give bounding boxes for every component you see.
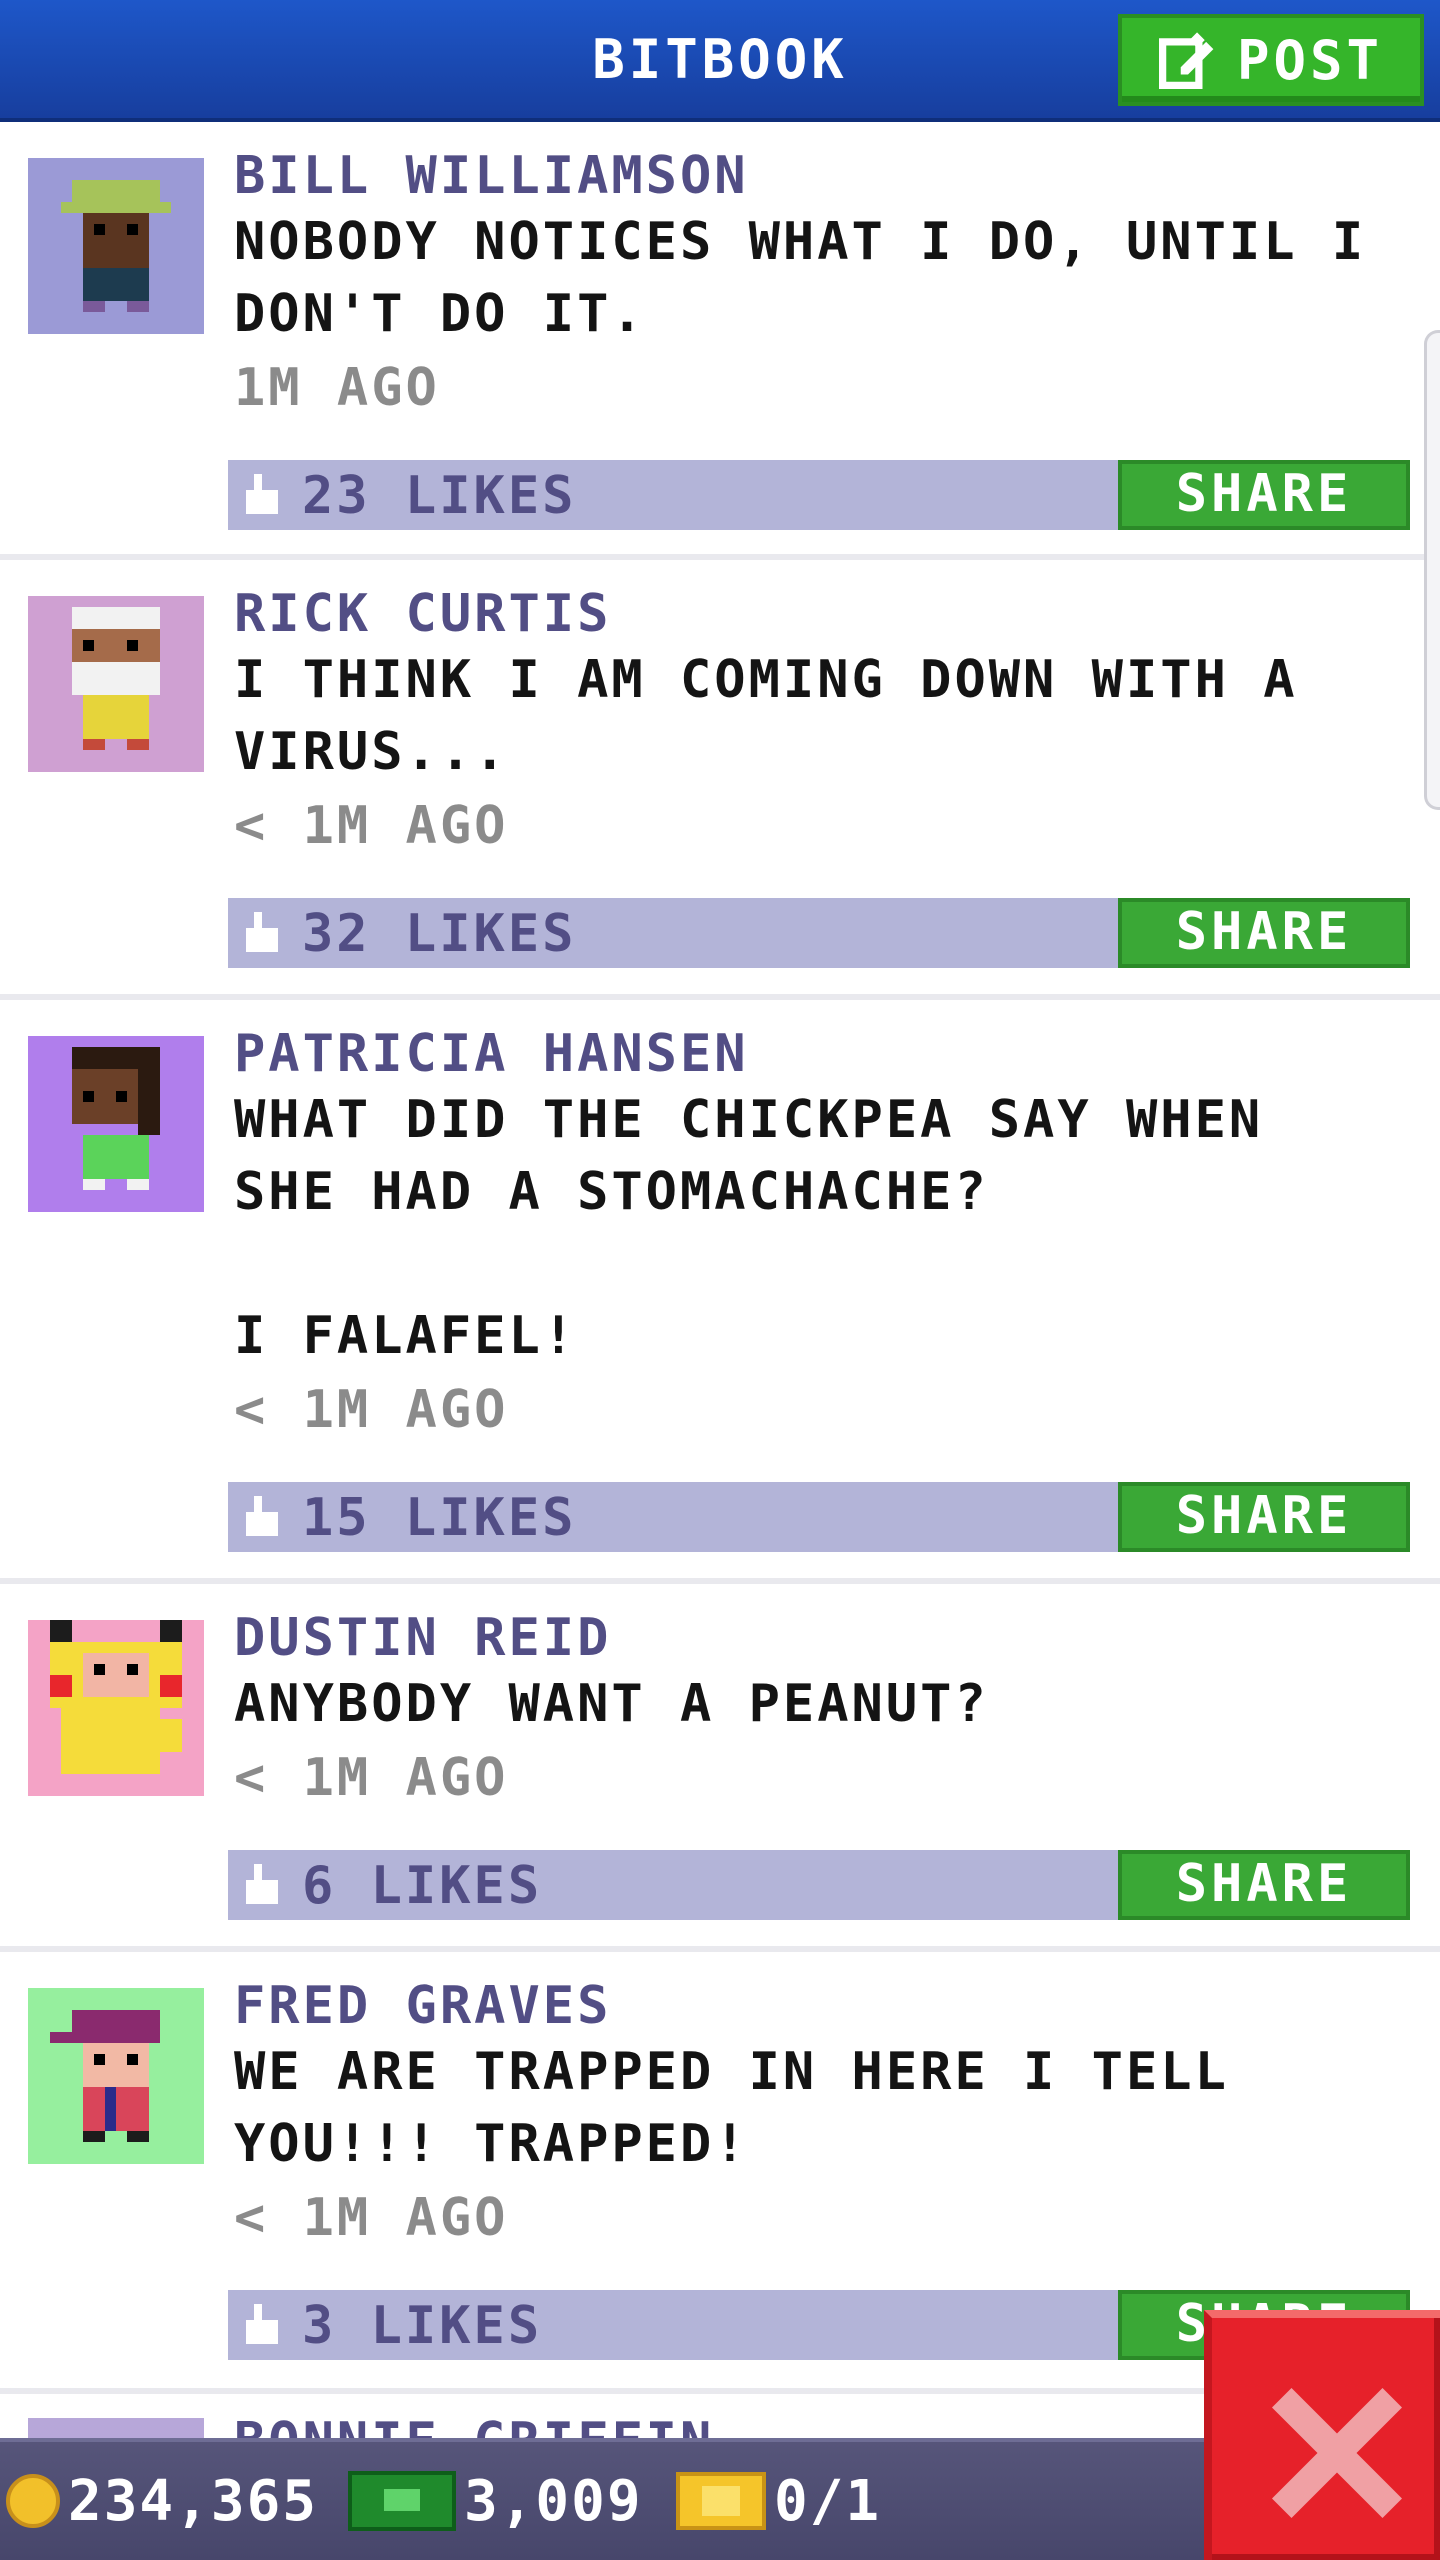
tickets-value: 0/1: [774, 2468, 882, 2534]
post-item: PATRICIA HANSEN WHAT DID THE CHICKPEA SA…: [0, 1000, 1440, 1584]
post-timestamp: 1M AGO: [234, 358, 440, 418]
post-text: WHAT DID THE CHICKPEA SAY WHEN SHE HAD A…: [234, 1090, 1264, 1366]
like-bar[interactable]: 23 LIKES SHARE: [228, 460, 1410, 530]
close-icon: [1272, 2388, 1402, 2518]
bux-counter: 3,009: [348, 2442, 643, 2560]
compose-icon: [1158, 32, 1214, 89]
ticket-icon: [676, 2472, 766, 2530]
post-item: RICK CURTIS I THINK I AM COMING DOWN WIT…: [0, 560, 1440, 1000]
share-button[interactable]: SHARE: [1118, 1482, 1410, 1552]
thumbs-up-icon: [246, 1864, 278, 1904]
avatar-sprite: [28, 1620, 204, 1796]
share-button[interactable]: SHARE: [1118, 460, 1410, 530]
avatar[interactable]: [28, 158, 204, 334]
like-bar[interactable]: 15 LIKES SHARE: [228, 1482, 1410, 1552]
close-button[interactable]: [1204, 2310, 1440, 2560]
like-count: 3 LIKES: [302, 2296, 543, 2356]
thumbs-up-icon: [246, 1496, 278, 1536]
thumbs-up-icon: [246, 912, 278, 952]
tickets-counter: 0/1: [676, 2442, 881, 2560]
app-header: BITBOOK POST: [0, 0, 1440, 122]
avatar-sprite: [28, 1036, 204, 1212]
post-button-label: POST: [1236, 28, 1384, 92]
like-count: 23 LIKES: [302, 466, 577, 526]
post-author[interactable]: BONNIE GRIFFIN: [234, 2412, 714, 2438]
post-author[interactable]: BILL WILLIAMSON: [234, 146, 749, 206]
post-text: WE ARE TRAPPED IN HERE I TELL YOU!!! TRA…: [234, 2042, 1264, 2174]
coins-counter: 234,365: [6, 2442, 318, 2560]
post-button[interactable]: POST: [1118, 14, 1424, 106]
scrollbar[interactable]: [1424, 330, 1440, 810]
avatar-sprite: [28, 1988, 204, 2164]
post-item: DUSTIN REID ANYBODY WANT A PEANUT? < 1M …: [0, 1584, 1440, 1952]
share-button[interactable]: SHARE: [1118, 898, 1410, 968]
post-author[interactable]: PATRICIA HANSEN: [234, 1024, 749, 1084]
thumbs-up-icon: [246, 474, 278, 514]
like-count: 32 LIKES: [302, 904, 577, 964]
bux-icon: [348, 2471, 456, 2531]
avatar-sprite: [28, 158, 204, 334]
post-item: BILL WILLIAMSON NOBODY NOTICES WHAT I DO…: [0, 122, 1440, 560]
post-author[interactable]: FRED GRAVES: [234, 1976, 611, 2036]
avatar[interactable]: [28, 1988, 204, 2164]
like-count: 15 LIKES: [302, 1488, 577, 1548]
like-bar[interactable]: 6 LIKES SHARE: [228, 1850, 1410, 1920]
post-text: I THINK I AM COMING DOWN WITH A VIRUS...: [234, 650, 1332, 782]
coins-value: 234,365: [68, 2468, 319, 2534]
post-text: ANYBODY WANT A PEANUT?: [234, 1674, 989, 1734]
avatar[interactable]: [28, 2418, 204, 2438]
avatar[interactable]: [28, 1036, 204, 1212]
post-timestamp: < 1M AGO: [234, 2188, 509, 2248]
share-button[interactable]: SHARE: [1118, 1850, 1410, 1920]
post-timestamp: < 1M AGO: [234, 1380, 509, 1440]
avatar[interactable]: [28, 596, 204, 772]
post-timestamp: < 1M AGO: [234, 1748, 509, 1808]
avatar[interactable]: [28, 1620, 204, 1796]
like-count: 6 LIKES: [302, 1856, 543, 1916]
post-text: NOBODY NOTICES WHAT I DO, UNTIL I DON'T …: [234, 212, 1401, 344]
bux-value: 3,009: [464, 2468, 643, 2534]
post-author[interactable]: DUSTIN REID: [234, 1608, 611, 1668]
post-author[interactable]: RICK CURTIS: [234, 584, 611, 644]
like-bar[interactable]: 32 LIKES SHARE: [228, 898, 1410, 968]
coin-icon: [6, 2474, 60, 2528]
post-timestamp: < 1M AGO: [234, 796, 509, 856]
thumbs-up-icon: [246, 2304, 278, 2344]
avatar-sprite: [28, 596, 204, 772]
